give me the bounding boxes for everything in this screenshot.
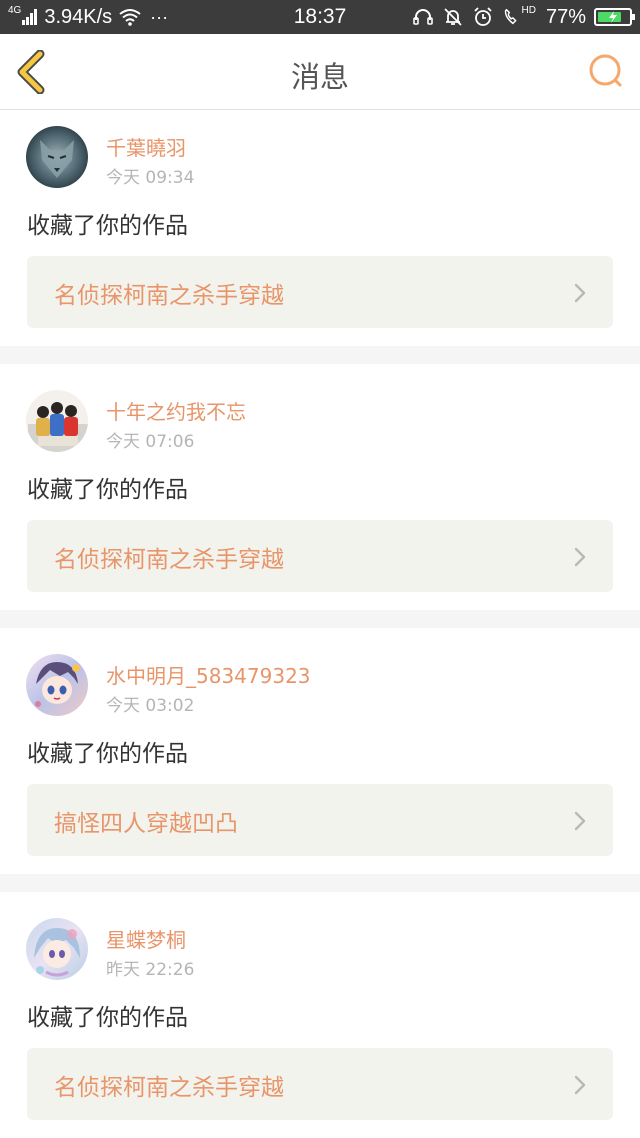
hd-call-icon — [504, 8, 517, 25]
headset-icon — [412, 9, 433, 25]
group-avatar — [26, 390, 88, 452]
work-title: 名侦探柯南之杀手穿越 — [54, 547, 284, 573]
action-text: 收藏了你的作品 — [27, 213, 188, 239]
username[interactable]: 千葉曉羽 — [106, 132, 186, 161]
work-link[interactable]: 名侦探柯南之杀手穿越 — [27, 1048, 613, 1120]
action-text: 收藏了你的作品 — [27, 1005, 188, 1031]
username[interactable]: 星蝶梦桐 — [106, 924, 186, 953]
timestamp: 昨天 22:26 — [106, 960, 195, 980]
bell-off-icon — [443, 8, 462, 26]
work-link[interactable]: 名侦探柯南之杀手穿越 — [27, 256, 613, 328]
work-title: 搞怪四人穿越凹凸 — [54, 811, 238, 837]
avatar[interactable] — [26, 918, 88, 980]
page-title: 消息 — [290, 60, 349, 94]
anime-avatar — [26, 918, 88, 980]
search-button[interactable] — [586, 52, 626, 92]
avatar[interactable] — [26, 654, 88, 716]
wolf-avatar — [26, 126, 88, 188]
work-title: 名侦探柯南之杀手穿越 — [54, 1075, 284, 1101]
timestamp: 今天 03:02 — [106, 696, 195, 716]
anime-avatar — [26, 654, 88, 716]
avatar[interactable] — [26, 390, 88, 452]
message-card: 水中明月_583479323 今天 03:02 收藏了你的作品 搞怪四人穿越凹凸 — [0, 628, 640, 874]
avatar[interactable] — [26, 126, 88, 188]
battery-icon — [594, 8, 635, 26]
work-link[interactable]: 名侦探柯南之杀手穿越 — [27, 520, 613, 592]
message-card: 星蝶梦桐 昨天 22:26 收藏了你的作品 名侦探柯南之杀手穿越 — [0, 892, 640, 1138]
message-card: 十年之约我不忘 今天 07:06 收藏了你的作品 名侦探柯南之杀手穿越 — [0, 364, 640, 610]
timestamp: 今天 09:34 — [106, 168, 195, 188]
chevron-right-icon — [574, 811, 586, 831]
chevron-right-icon — [574, 283, 586, 303]
username[interactable]: 十年之约我不忘 — [106, 396, 246, 425]
battery-percent: 77% — [545, 5, 586, 28]
timestamp: 今天 07:06 — [106, 432, 195, 452]
status-right: HD 77% — [404, 5, 635, 29]
action-text: 收藏了你的作品 — [27, 741, 188, 767]
chevron-left-icon — [17, 49, 45, 95]
back-button[interactable] — [14, 49, 54, 95]
search-icon — [589, 54, 622, 87]
alarm-icon — [473, 7, 492, 26]
action-text: 收藏了你的作品 — [27, 477, 188, 503]
hd-label: HD — [521, 5, 536, 16]
message-card: 千葉曉羽 今天 09:34 收藏了你的作品 名侦探柯南之杀手穿越 — [0, 110, 640, 346]
username[interactable]: 水中明月_583479323 — [106, 660, 311, 689]
chevron-right-icon — [574, 1075, 586, 1095]
work-link[interactable]: 搞怪四人穿越凹凸 — [27, 784, 613, 856]
status-bar: 4G 3.94K/s ··· 18:37 HD 77% — [0, 0, 640, 34]
chevron-right-icon — [574, 547, 586, 567]
work-title: 名侦探柯南之杀手穿越 — [54, 283, 284, 309]
app-header: 消息 — [0, 34, 640, 110]
